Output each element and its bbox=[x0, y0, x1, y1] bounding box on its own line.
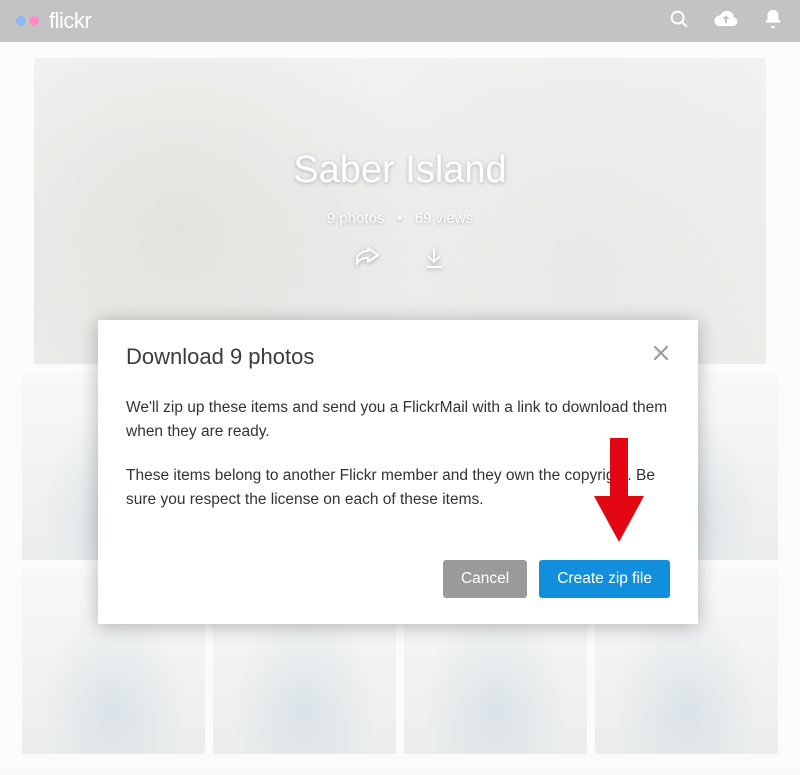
hero-actions bbox=[293, 247, 506, 274]
brand-name: flickr bbox=[49, 8, 91, 34]
brand[interactable]: flickr bbox=[16, 8, 91, 34]
cancel-button[interactable]: Cancel bbox=[443, 560, 527, 598]
modal-text-2: These items belong to another Flickr mem… bbox=[126, 464, 670, 512]
create-zip-button[interactable]: Create zip file bbox=[539, 560, 670, 598]
search-icon[interactable] bbox=[668, 8, 690, 35]
share-icon[interactable] bbox=[355, 247, 381, 274]
album-photo-count: 9 photos bbox=[327, 210, 385, 227]
close-icon[interactable] bbox=[652, 344, 670, 367]
nav-actions bbox=[668, 8, 784, 35]
download-modal: Download 9 photos We'll zip up these ite… bbox=[98, 320, 698, 624]
album-meta: 9 photos • 69 views bbox=[293, 210, 506, 227]
notifications-bell-icon[interactable] bbox=[762, 8, 784, 35]
logo-dot-pink bbox=[29, 16, 39, 26]
upload-cloud-icon[interactable] bbox=[712, 8, 740, 35]
album-view-count: 69 views bbox=[415, 210, 473, 227]
logo-dot-blue bbox=[16, 16, 26, 26]
modal-text-1: We'll zip up these items and send you a … bbox=[126, 396, 670, 444]
meta-bullet: • bbox=[397, 210, 402, 227]
modal-footer: Cancel Create zip file bbox=[126, 560, 670, 598]
album-title: Saber Island bbox=[293, 149, 506, 192]
download-icon[interactable] bbox=[423, 247, 445, 274]
modal-body: We'll zip up these items and send you a … bbox=[126, 396, 670, 512]
album-hero: Saber Island 9 photos • 69 views bbox=[34, 58, 766, 364]
top-nav: flickr bbox=[0, 0, 800, 42]
modal-title: Download 9 photos bbox=[126, 344, 314, 370]
brand-logo-dots bbox=[16, 16, 39, 26]
